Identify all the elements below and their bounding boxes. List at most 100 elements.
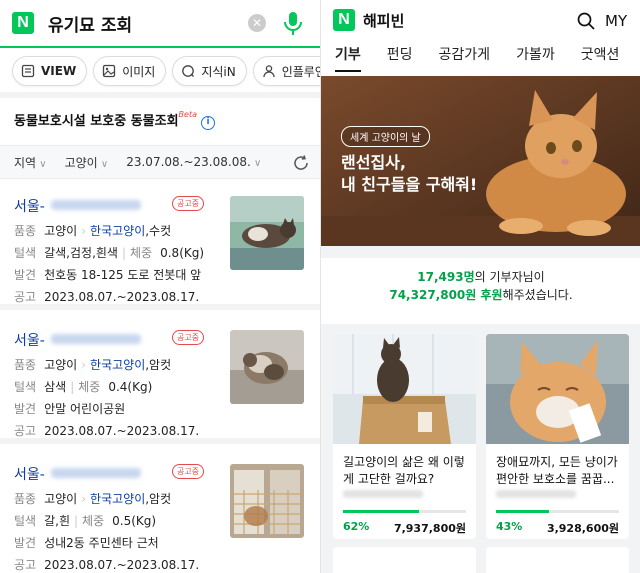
redacted-org [496,490,576,498]
progress-bar [343,510,466,513]
tab-visit[interactable]: 가볼까 [516,44,555,72]
tab-goodaction[interactable]: 굿액션 [581,44,620,72]
campaign-card[interactable]: 장애묘까지, 모든 냥이가 편안한 보호소를 꿈꿉... 43% 3,928,6… [486,334,629,539]
species-filter[interactable]: 고양이 [65,154,109,171]
tab-image-label: 이미지 [122,64,156,79]
campaign-card-partial[interactable] [486,547,629,573]
main-tabs: 기부 펀딩 공감가게 가볼까 굿액션 [321,40,640,76]
total-amount: 74,327,800원 후원 [389,288,503,302]
progress-percent: 43% [496,520,523,533]
found-label: 발견 [14,402,37,416]
breed-link[interactable]: 한국고양이 [90,358,145,372]
found-row: 발견 성내2동 주민센타 근처 [14,534,159,551]
my-button[interactable]: MY [605,12,627,30]
cat-photo[interactable] [230,330,304,404]
view-icon [21,64,35,78]
chevron-right-icon: › [81,358,87,372]
breed-link[interactable]: 한국고양이 [90,224,145,238]
tab-store[interactable]: 공감가게 [439,44,491,72]
redacted-id [50,334,141,344]
chevron-right-icon: › [81,224,87,238]
notice-value: 2023.08.07.~2023.08.17. [44,558,200,572]
sex-value: ,암컷 [145,492,172,506]
weight-label: 체중 [130,246,153,260]
search-bar: N 유기묘 조회 ✕ [0,0,320,48]
breed-row: 품종 고양이 › 한국고양이,암컷 [14,490,171,507]
amount-suffix: 해주셨습니다. [502,288,573,302]
campaign-title[interactable]: 장애묘까지, 모든 냥이가 편안한 보호소를 꿈꿉... [496,454,621,488]
separator: | [70,380,75,394]
info-icon[interactable]: i [201,116,215,130]
progress-bar [496,510,619,513]
color-label: 털색 [14,246,37,260]
breed-link[interactable]: 한국고양이 [90,492,145,506]
tab-influencer[interactable]: 인플루언서 [252,56,320,86]
tab-view-label: VIEW [41,64,77,78]
hero-title: 랜선집사, 내 친구들을 구해줘! [341,152,477,196]
naver-logo[interactable]: N [333,9,355,31]
notice-label: 공고 [14,290,37,304]
raised-amount: 7,937,800원 [393,522,466,535]
breed-row: 품종 고양이 › 한국고양이,암컷 [14,356,171,373]
campaign-title[interactable]: 길고양이의 삶은 왜 이렇게 고단한 걸까요? [343,454,468,488]
search-input[interactable]: 유기묘 조회 [48,11,132,36]
found-label: 발견 [14,268,37,282]
found-row: 발견 천호동 18-125 도로 전봇대 앞 [14,266,201,283]
tab-view[interactable]: VIEW [12,56,88,86]
found-value: 안말 어린이공원 [44,402,126,416]
donor-count-line: 17,493명의 기부자님이 [321,268,640,286]
clear-icon[interactable]: ✕ [248,14,266,32]
list-item[interactable]: 서울- 공고중 품종 고양이 › 한국고양이,암컷 털색 삼색 | 체중 0.4(Kg) 발견… [0,316,320,444]
hero-title-line1: 랜선집사, [341,153,406,172]
separator: | [74,514,79,528]
period-filter[interactable]: 23.07.08.~23.08.08. [126,155,261,169]
list-item[interactable]: 서울- 공고중 품종 고양이 › 한국고양이,수컷 털색 갈색,검정,흰색 | 체중 0.8(… [0,182,320,310]
app-title[interactable]: 해피빈 [363,10,404,31]
cat-photo[interactable] [230,464,304,538]
region-filter[interactable]: 지역 [14,154,47,171]
shelter-location[interactable]: 서울- [14,464,141,484]
refresh-icon[interactable] [292,154,310,172]
found-label: 발견 [14,536,37,550]
search-icon[interactable] [577,12,595,30]
list-item[interactable]: 서울- 공고중 품종 고양이 › 한국고양이,암컷 털색 갈,흰 | 체중 0.5(Kg) 발… [0,450,320,573]
found-value: 성내2동 주민센타 근처 [44,536,159,550]
shelter-location[interactable]: 서울- [14,330,141,350]
chevron-right-icon: › [81,492,87,506]
campaign-card[interactable]: 길고양이의 삶은 왜 이렇게 고단한 걸까요? 62% 7,937,800원 [333,334,476,539]
breed-label: 품종 [14,492,37,506]
weight-label: 체중 [78,380,101,394]
tab-image[interactable]: 이미지 [93,56,167,86]
redacted-org [343,490,423,498]
app-header: N 해피빈 MY [321,0,640,40]
naver-logo[interactable]: N [12,12,34,34]
color-value: 삼색 [44,380,67,394]
breed-label: 품종 [14,358,37,372]
tab-funding[interactable]: 펀딩 [387,44,413,72]
mic-icon[interactable] [280,10,306,38]
status-badge: 공고중 [172,196,205,211]
progress-fill [496,510,549,513]
campaign-card-partial[interactable] [333,547,476,573]
status-badge: 공고중 [172,330,205,345]
section-title-text: 동물보호시설 보호중 동물조회 [14,114,179,129]
tab-kin[interactable]: 지식iN [172,56,247,86]
raised-amount: 3,928,600원 [546,522,619,535]
campaign-photo [486,334,629,444]
filter-bar: 지역 고양이 23.07.08.~23.08.08. [0,145,320,179]
color-label: 털색 [14,514,37,528]
tab-donate[interactable]: 기부 [335,44,361,72]
separator: | [121,246,127,260]
shelter-location[interactable]: 서울- [14,196,141,216]
color-label: 털색 [14,380,37,394]
donor-count: 17,493명 [417,270,475,284]
breed-label: 품종 [14,224,37,238]
hero-banner[interactable]: 세계 고양이의 날 랜선집사, 내 친구들을 구해줘! [321,76,640,246]
search-results-panel: N 유기묘 조회 ✕ VIEW 이미지 지식iN 인플루언서 동물보호시설 보호… [0,0,320,573]
color-value: 갈,흰 [44,514,70,528]
sex-value: ,암컷 [145,358,172,372]
tab-kin-label: 지식iN [201,64,236,79]
notice-row: 공고 2023.08.07.~2023.08.17. [14,556,199,573]
weight-label: 체중 [82,514,105,528]
cat-photo[interactable] [230,196,304,270]
